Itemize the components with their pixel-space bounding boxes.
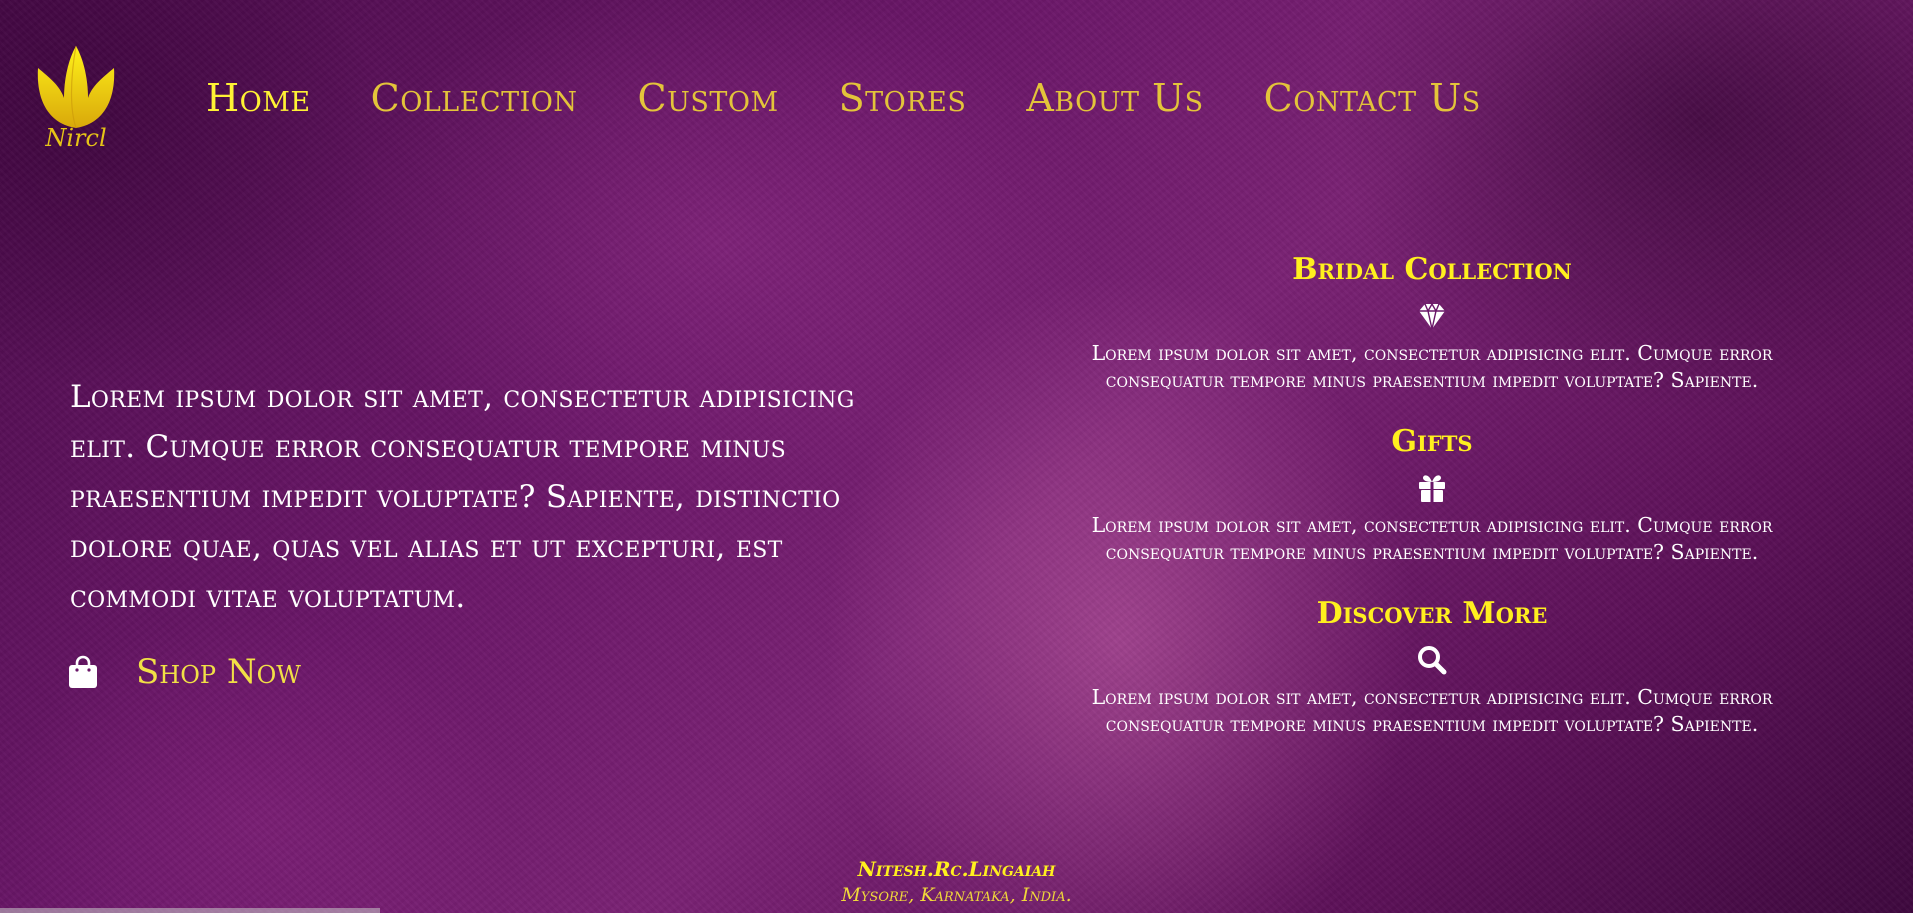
shop-now-label: Shop Now: [136, 652, 301, 692]
footer-address: Mysore, Karnataka, India.: [841, 884, 1072, 906]
features-section: Bridal Collection Lorem ipsum dolor sit …: [1040, 248, 1824, 764]
main-nav: Home Collection Custom Stores About Us C…: [206, 76, 1481, 120]
feature-gifts: Gifts Lorem ipsum dolor sit amet, consec…: [1040, 420, 1824, 566]
footer-author: Nitesh.Rc.Lingaiah: [857, 857, 1056, 881]
nav-item-custom[interactable]: Custom: [638, 76, 779, 120]
feature-bridal-collection: Bridal Collection Lorem ipsum dolor sit …: [1040, 248, 1824, 394]
feature-discover-more: Discover More Lorem ipsum dolor sit amet…: [1040, 592, 1824, 738]
brand-logo[interactable]: Nircl: [30, 40, 122, 160]
feature-description: Lorem ipsum dolor sit amet, consectetur …: [1091, 513, 1773, 564]
feature-title[interactable]: Discover More: [1040, 592, 1824, 636]
diamond-icon: [1419, 302, 1445, 330]
brand-name: Nircl: [45, 124, 107, 152]
feature-title[interactable]: Gifts: [1040, 420, 1824, 464]
feature-description: Lorem ipsum dolor sit amet, consectetur …: [1091, 341, 1773, 392]
footer: Nitesh.Rc.Lingaiah Mysore, Karnataka, In…: [0, 856, 1913, 908]
feature-description: Lorem ipsum dolor sit amet, consectetur …: [1091, 685, 1773, 736]
nav-item-contact-us[interactable]: Contact Us: [1264, 76, 1481, 120]
feature-title[interactable]: Bridal Collection: [1040, 248, 1824, 292]
shopping-bag-icon: [69, 655, 97, 688]
hero-text: Lorem ipsum dolor sit amet, consectetur …: [70, 379, 855, 615]
tulip-flower-icon: [37, 45, 115, 129]
shop-now-button[interactable]: Shop Now: [68, 652, 301, 692]
gift-icon: [1419, 475, 1445, 502]
nav-item-collection[interactable]: Collection: [371, 76, 578, 120]
search-icon: [1418, 646, 1447, 675]
nav-item-stores[interactable]: Stores: [839, 76, 967, 120]
nav-item-about-us[interactable]: About Us: [1026, 76, 1203, 120]
horizontal-scrollbar[interactable]: [0, 908, 380, 913]
nav-item-home[interactable]: Home: [206, 76, 311, 120]
